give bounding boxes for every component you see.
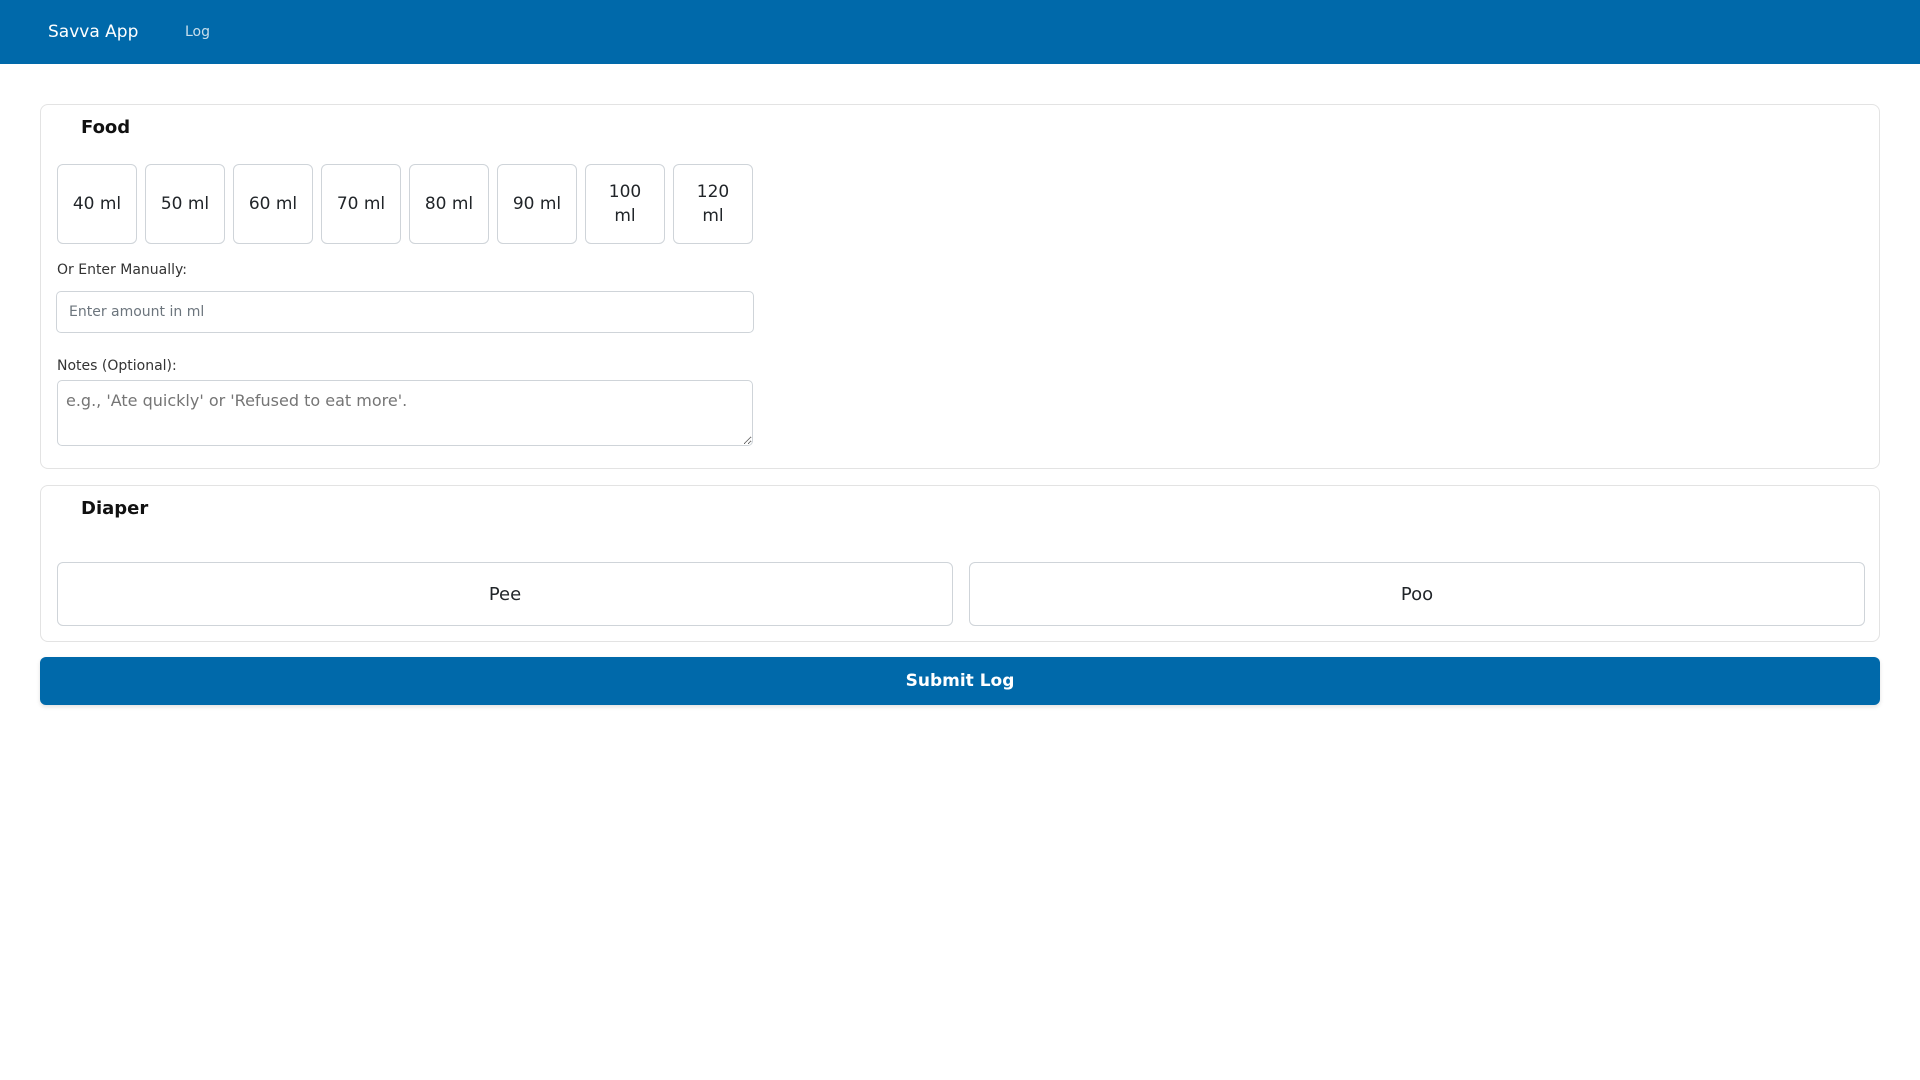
diaper-title: Diaper [81,498,149,519]
nav-link-log[interactable]: Log [185,0,210,64]
amount-button-50[interactable]: 50 ml [145,164,225,244]
poo-button[interactable]: Poo [969,562,1865,626]
amount-button-90[interactable]: 90 ml [497,164,577,244]
notes-label: Notes (Optional): [57,358,177,374]
submit-log-button[interactable]: Submit Log [40,657,1880,705]
manual-amount-label: Or Enter Manually: [57,262,187,278]
amount-buttons: 40 ml 50 ml 60 ml 70 ml 80 ml 90 ml 100 … [57,164,753,244]
food-card: Food 40 ml 50 ml 60 ml 70 ml 80 ml 90 ml… [40,104,1880,469]
amount-button-60[interactable]: 60 ml [233,164,313,244]
notes-textarea[interactable] [57,380,753,446]
amount-button-80[interactable]: 80 ml [409,164,489,244]
manual-amount-input[interactable] [56,291,754,333]
amount-button-120[interactable]: 120 ml [673,164,753,244]
brand-link[interactable]: Savva App [48,0,138,64]
amount-button-40[interactable]: 40 ml [57,164,137,244]
food-title: Food [81,117,131,138]
amount-button-70[interactable]: 70 ml [321,164,401,244]
amount-button-100[interactable]: 100 ml [585,164,665,244]
pee-button[interactable]: Pee [57,562,953,626]
top-navbar: Savva App Log [0,0,1920,64]
diaper-card: Diaper Pee Poo [40,485,1880,642]
